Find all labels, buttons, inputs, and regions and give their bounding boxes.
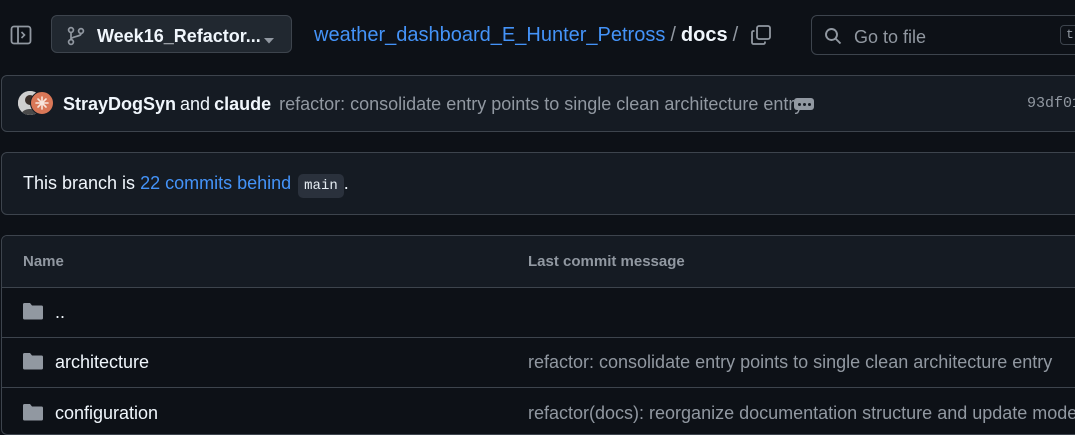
git-branch-icon xyxy=(67,26,85,51)
latest-commit-bar: StrayDogSyn and claude refactor: consolidat… xyxy=(1,75,1075,132)
column-header-name: Name xyxy=(23,253,64,270)
commit-message-link[interactable]: refactor: consolidate entry points to si… xyxy=(528,352,1052,373)
dot xyxy=(803,103,806,106)
branch-name: Week16_Refactor... xyxy=(97,26,261,46)
folder-icon xyxy=(22,301,44,326)
file-name-link[interactable]: architecture xyxy=(55,352,149,373)
table-row-architecture[interactable]: architecture refactor: consolidate entry… xyxy=(2,337,1075,388)
notice-suffix: . xyxy=(343,173,349,193)
commit-coauthor-link[interactable]: claude xyxy=(214,94,271,114)
notice-prefix: This branch is xyxy=(23,173,136,193)
commits-behind-link[interactable]: 22 commits behind xyxy=(140,173,291,193)
commit-sha-link[interactable]: 93df01f xyxy=(1027,95,1075,112)
breadcrumb-trailing-separator: / xyxy=(732,24,739,46)
file-table: Name Last commit message .. architecture… xyxy=(1,235,1075,435)
branch-selector-button[interactable]: Week16_Refactor... xyxy=(51,15,292,53)
kebab-ellipsis-icon[interactable] xyxy=(794,98,814,110)
copy-path-icon[interactable] xyxy=(750,24,772,46)
breadcrumb-separator: / xyxy=(670,24,676,46)
breadcrumb: weather_dashboard_E_Hunter_Petross / docs / xyxy=(314,24,743,47)
notice-text: This branch is 22 commits behind main. xyxy=(23,173,349,198)
file-name-link[interactable]: configuration xyxy=(55,403,158,424)
branch-behind-notice: This branch is 22 commits behind main. xyxy=(1,152,1075,215)
column-header-message: Last commit message xyxy=(528,253,685,270)
breadcrumb-current-folder: docs xyxy=(680,24,728,46)
file-name-link[interactable]: .. xyxy=(55,302,65,323)
commit-summary: StrayDogSyn and claude refactor: consolidat… xyxy=(63,94,803,115)
commit-message-link[interactable]: refactor: consolidate entry points to si… xyxy=(271,94,803,114)
table-header: Name Last commit message xyxy=(2,236,1075,288)
commit-author-link[interactable]: StrayDogSyn xyxy=(63,94,176,114)
go-to-file-input[interactable] xyxy=(852,24,1046,50)
avatar-claude[interactable] xyxy=(30,91,54,115)
caret-down-icon xyxy=(263,32,275,50)
base-branch-code: main xyxy=(298,174,344,198)
go-to-file-search[interactable]: t xyxy=(811,15,1075,55)
sidebar-toggle-icon[interactable] xyxy=(10,24,32,46)
folder-icon xyxy=(22,351,44,376)
shortcut-hint: t xyxy=(1060,25,1075,45)
commit-and-text: and xyxy=(180,94,211,114)
commit-message-link[interactable]: refactor(docs): reorganize documentation… xyxy=(528,403,1075,424)
dot xyxy=(808,103,811,106)
table-row-parent-dir[interactable]: .. xyxy=(2,287,1075,338)
folder-icon xyxy=(22,402,44,427)
search-icon xyxy=(824,27,842,50)
breadcrumb-repo-link[interactable]: weather_dashboard_E_Hunter_Petross xyxy=(314,24,665,46)
dot xyxy=(798,103,801,106)
